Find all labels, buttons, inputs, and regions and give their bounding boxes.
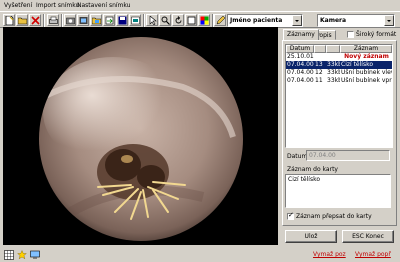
- camera-combo[interactable]: Kamera: [317, 14, 395, 27]
- column-header-zaznam[interactable]: Záznam: [340, 45, 392, 53]
- chevron-down-icon[interactable]: [292, 15, 302, 26]
- new-icon[interactable]: [3, 14, 15, 26]
- column-header-size[interactable]: [326, 45, 340, 53]
- column-header-number[interactable]: [314, 45, 326, 53]
- open-folder-icon[interactable]: [16, 14, 28, 26]
- tab-zaznamy[interactable]: Záznamy: [283, 29, 319, 40]
- frame-icon[interactable]: [185, 14, 197, 26]
- record-number: [314, 53, 326, 61]
- toolbar-separator: [143, 14, 145, 27]
- monitor-icon[interactable]: [30, 250, 40, 260]
- gallery-icon[interactable]: [129, 14, 141, 26]
- checkbox-box[interactable]: [287, 211, 294, 220]
- list-item[interactable]: 07.04.00 11 33kb Ušní bubínek vpravo: [286, 77, 392, 85]
- card-textarea[interactable]: Cizí tělísko: [285, 174, 391, 208]
- delete-icon[interactable]: [29, 14, 41, 26]
- save-disk-icon[interactable]: [116, 14, 128, 26]
- record-text: Nový záznam: [344, 53, 389, 60]
- record-size: 33kb: [327, 69, 340, 76]
- patient-name-combo[interactable]: Jméno pacienta: [227, 14, 303, 27]
- card-text: Cizí tělísko: [288, 176, 321, 183]
- zoom-icon[interactable]: [159, 14, 171, 26]
- date-field[interactable]: 07.04.00: [306, 150, 390, 161]
- list-item[interactable]: 07.04.00 12 33kb Ušní bubínek vlevo: [286, 69, 392, 77]
- print-icon[interactable]: [47, 14, 59, 26]
- toolbar-separator: [43, 14, 45, 27]
- grid-icon[interactable]: [4, 250, 14, 260]
- records-header: Datum Záznam: [286, 45, 392, 53]
- camera-value: Kamera: [320, 17, 347, 24]
- records-list[interactable]: Datum Záznam 25.10.01 Nový záznam 07.04.…: [285, 44, 393, 148]
- toolbar: Jméno pacienta Kamera: [0, 11, 400, 28]
- export-icon[interactable]: [103, 14, 115, 26]
- record-date: 07.04.00: [287, 61, 314, 68]
- toolbar-separator: [61, 14, 63, 27]
- record-date: 25.10.01: [287, 53, 314, 60]
- record-number: 11: [315, 77, 323, 84]
- star-icon[interactable]: [17, 250, 27, 260]
- list-item[interactable]: 25.10.01 Nový záznam: [286, 53, 392, 61]
- patient-name-value: Jméno pacienta: [230, 17, 283, 24]
- camera-capture-icon[interactable]: [64, 14, 76, 26]
- exit-button[interactable]: ESC Konec: [342, 230, 394, 243]
- pencil-icon[interactable]: [214, 14, 226, 26]
- overwrite-label: Záznam přepsat do karty: [296, 213, 372, 220]
- card-label: Záznam do karty: [287, 166, 338, 173]
- delete-description-link[interactable]: Vymaž popř: [355, 251, 391, 258]
- save-button[interactable]: Ulož: [285, 230, 337, 243]
- record-size: [326, 53, 340, 61]
- record-number: 12: [315, 69, 323, 76]
- record-text: Cizí tělísko: [341, 61, 374, 68]
- wide-format-checkbox[interactable]: Široký formát: [347, 31, 396, 38]
- menu-bar: Vyšetření Import snímku Nastavení snímku: [0, 0, 400, 11]
- image-viewer[interactable]: [3, 27, 278, 245]
- record-size: 33kb: [327, 61, 340, 68]
- record-number: 13: [315, 61, 323, 68]
- color-palette-icon[interactable]: [198, 14, 210, 26]
- folder-images-icon[interactable]: [90, 14, 102, 26]
- status-bar: Vymaž poz Vymaž popř: [0, 248, 400, 262]
- record-size: 33kb: [327, 77, 340, 84]
- overwrite-checkbox[interactable]: Záznam přepsat do karty: [287, 211, 372, 220]
- column-header-datum[interactable]: Datum: [286, 45, 314, 53]
- pointer-icon[interactable]: [146, 14, 158, 26]
- delete-position-link[interactable]: Vymaž poz: [313, 251, 346, 258]
- video-icon[interactable]: [77, 14, 89, 26]
- list-item[interactable]: 07.04.00 13 33kb Cizí tělísko: [286, 61, 392, 69]
- chevron-down-icon[interactable]: [384, 15, 394, 26]
- menu-nastaveni-snimku[interactable]: Nastavení snímku: [77, 2, 130, 9]
- record-text: Ušní bubínek vpravo: [341, 77, 392, 84]
- record-date: 07.04.00: [287, 77, 314, 84]
- date-value: 07.04.00: [309, 152, 336, 159]
- wide-format-label: Široký formát: [356, 31, 397, 38]
- record-date: 07.04.00: [287, 69, 314, 76]
- rotate-icon[interactable]: [172, 14, 184, 26]
- otoscope-image: [3, 27, 278, 245]
- menu-vysetreni[interactable]: Vyšetření: [4, 2, 32, 9]
- menu-import-snimku[interactable]: Import snímku: [36, 2, 79, 9]
- record-text: Ušní bubínek vlevo: [341, 69, 392, 76]
- checkbox-box[interactable]: [347, 31, 354, 38]
